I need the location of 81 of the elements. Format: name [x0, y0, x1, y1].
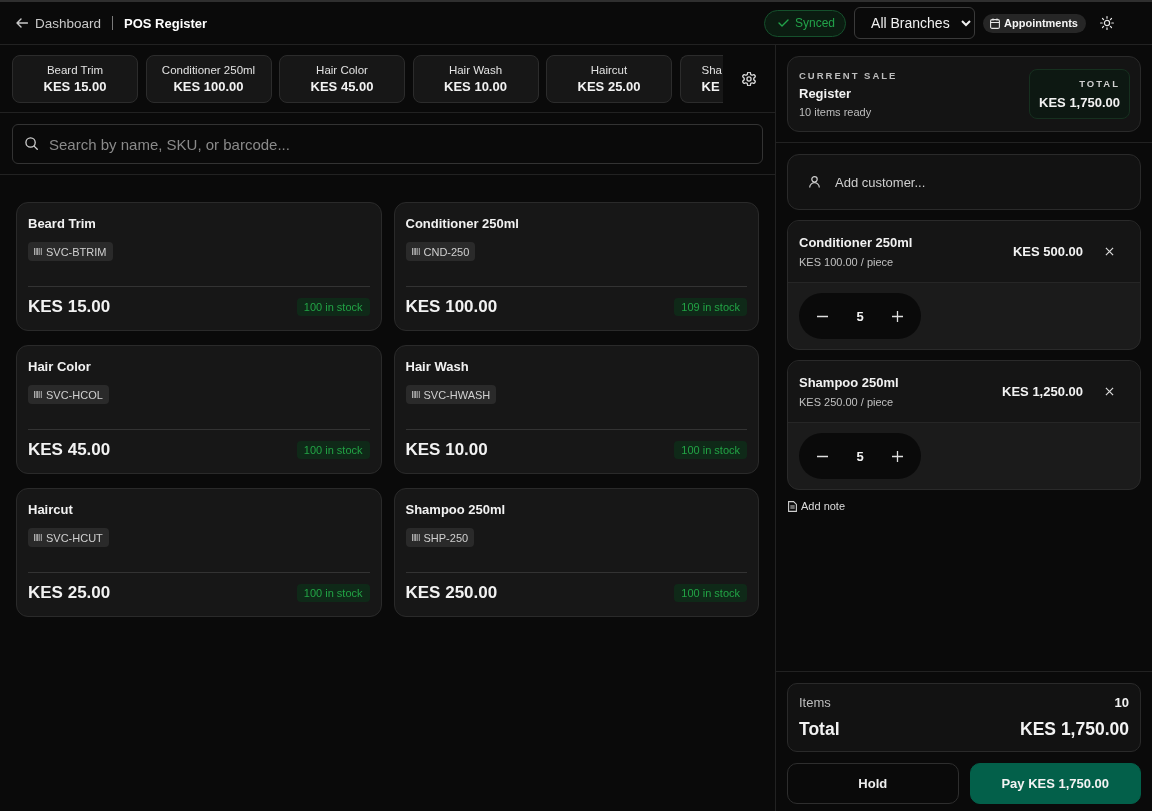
quick-item-tile[interactable]: Haircut KES 25.00: [546, 54, 672, 103]
plus-icon[interactable]: [892, 310, 903, 322]
close-icon[interactable]: [1105, 387, 1114, 396]
product-price: KES 15.00: [28, 296, 111, 318]
page-title: POS Register: [124, 15, 208, 31]
search-icon: [25, 137, 38, 150]
barcode-icon: [34, 248, 42, 255]
items-label: Items: [799, 695, 831, 710]
hold-button[interactable]: Hold: [787, 763, 959, 804]
cart-item-name: Shampoo 250ml: [799, 375, 899, 390]
stock-badge: 100 in stock: [674, 584, 747, 602]
product-card[interactable]: Haircut SVC-HCUT KES 25.00 100 in stock: [16, 488, 382, 617]
product-name: Beard Trim: [28, 215, 96, 233]
add-note-button[interactable]: Add note: [788, 500, 846, 512]
product-card[interactable]: Hair Wash SVC-HWASH KES 10.00 100 in stock: [393, 345, 759, 474]
total-label: TOTAL: [1079, 78, 1120, 89]
barcode-icon: [34, 534, 42, 541]
quick-item-tile[interactable]: Hair Color KES 45.00: [279, 54, 405, 103]
person-icon: [809, 176, 820, 188]
unit-price: KES 250.00 / piece: [799, 396, 894, 408]
sku-code: SVC-HWASH: [423, 388, 491, 401]
product-price: KES 100.00: [405, 296, 498, 318]
stock-badge: 100 in stock: [674, 441, 747, 459]
product-card[interactable]: Hair Color SVC-HCOL KES 45.00 100 in stock: [16, 345, 382, 474]
appointments-button[interactable]: Appointments: [983, 13, 1086, 33]
quick-item-tile[interactable]: Beard Trim KES 15.00: [12, 54, 138, 103]
total-amount: KES 1,750.00: [1039, 95, 1120, 110]
sku-code: SHP-250: [423, 531, 469, 544]
cart-item-name: Conditioner 250ml: [799, 235, 913, 250]
barcode-icon: [411, 248, 420, 255]
stock-badge: 100 in stock: [296, 441, 370, 459]
branch-select[interactable]: All Branches: [854, 7, 976, 39]
quick-item-tile[interactable]: Conditioner 250ml KES 100.00: [145, 54, 272, 103]
sku-code: SVC-BTRIM: [46, 245, 107, 258]
plus-icon[interactable]: [892, 450, 903, 462]
pay-button[interactable]: Pay KES 1,750.00: [969, 763, 1141, 804]
register-title: Register: [799, 86, 852, 101]
items-count: 10: [1114, 695, 1129, 710]
stock-badge: 100 in stock: [296, 584, 370, 602]
total-label: Total: [799, 719, 840, 740]
back-link[interactable]: Dashboard: [16, 15, 102, 31]
items-ready-text: 10 items ready: [799, 106, 872, 118]
product-name: Haircut: [28, 501, 73, 519]
sku-code: SVC-HCOL: [46, 388, 103, 401]
current-sale-label: CURRENT SALE: [799, 70, 898, 81]
product-card[interactable]: Shampoo 250ml SHP-250 KES 250.00 100 in stock: [393, 488, 759, 617]
barcode-icon: [34, 391, 42, 398]
settings-icon[interactable]: [742, 71, 756, 86]
customer-field[interactable]: Add customer...: [787, 154, 1141, 210]
product-name: Hair Color: [28, 358, 91, 376]
product-price: KES 10.00: [405, 439, 488, 461]
search-field[interactable]: Search by name, SKU, or barcode...: [12, 124, 763, 164]
product-name: Hair Wash: [405, 358, 469, 376]
document-icon: [788, 500, 797, 512]
line-total: KES 1,250.00: [1002, 384, 1083, 399]
unit-price: KES 100.00 / piece: [799, 256, 894, 268]
product-card[interactable]: Beard Trim SVC-BTRIM KES 15.00 100 in stock: [16, 202, 382, 331]
quantity-value: 5: [856, 448, 864, 464]
quick-item-tile[interactable]: Sha KE: [679, 54, 723, 103]
product-card[interactable]: Conditioner 250ml CND-250 KES 100.00 109 in stock: [393, 202, 759, 331]
sku-code: CND-250: [423, 245, 470, 258]
calendar-icon: [990, 17, 1001, 29]
barcode-icon: [411, 391, 420, 398]
close-icon[interactable]: [1105, 247, 1114, 256]
sun-icon[interactable]: [1100, 16, 1114, 30]
total-amount: KES 1,750.00: [1020, 719, 1129, 740]
product-name: Conditioner 250ml: [405, 215, 519, 233]
product-name: Shampoo 250ml: [405, 501, 506, 519]
quick-item-tile[interactable]: Hair Wash KES 10.00: [412, 54, 539, 103]
sku-code: SVC-HCUT: [46, 531, 103, 544]
stock-badge: 100 in stock: [296, 298, 370, 316]
check-icon: [778, 19, 789, 27]
product-price: KES 250.00: [405, 582, 498, 604]
back-arrow-icon: [16, 18, 28, 28]
stock-badge: 109 in stock: [674, 298, 747, 316]
product-price: KES 25.00: [28, 582, 111, 604]
quantity-value: 5: [856, 308, 864, 324]
barcode-icon: [411, 534, 420, 541]
line-total: KES 500.00: [1012, 244, 1083, 259]
sync-status-text: Synced: [795, 16, 836, 30]
product-price: KES 45.00: [28, 439, 111, 461]
